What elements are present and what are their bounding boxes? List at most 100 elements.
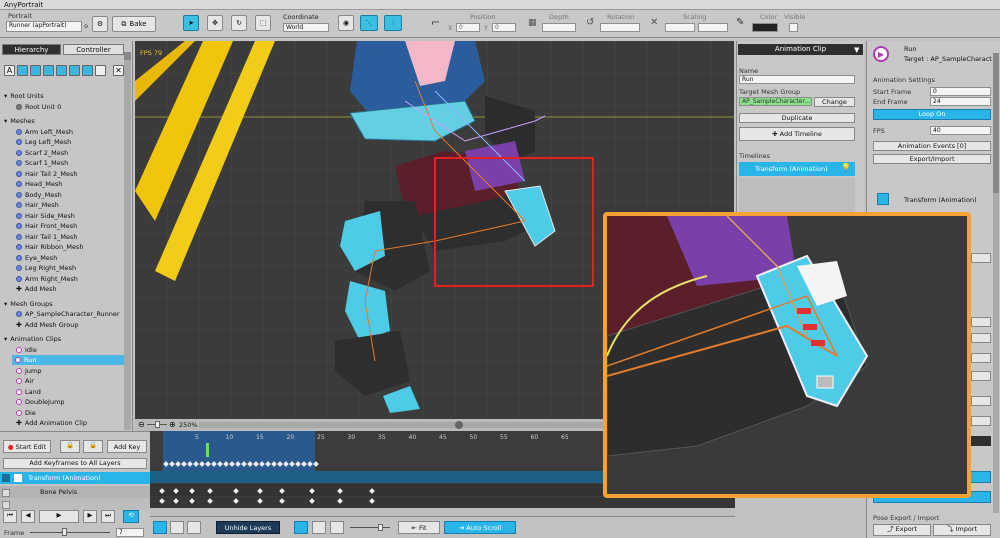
timeline-scrollbar[interactable] — [150, 508, 735, 516]
bone-toggle-icon[interactable] — [2, 489, 10, 497]
zoom-in-icon[interactable]: ⊕ — [169, 420, 176, 429]
prop-button-4[interactable] — [971, 353, 991, 363]
filter-bone-icon[interactable] — [95, 65, 106, 76]
loop-toggle-button[interactable]: ⟲ — [123, 510, 139, 523]
list-item[interactable]: Land — [16, 387, 41, 397]
filter-meshgroup-icon[interactable] — [43, 65, 54, 76]
section-header[interactable]: ▾ Meshes — [4, 116, 35, 126]
first-frame-button[interactable]: ⏮ — [3, 510, 17, 523]
position-x-field[interactable]: 0 — [456, 23, 480, 32]
list-item[interactable]: Hair Tail 2_Mesh — [16, 169, 77, 179]
scale-tool-button[interactable]: ⬚ — [255, 15, 271, 31]
layer-size-medium-button[interactable] — [312, 521, 326, 534]
mesh-visibility-button[interactable]: ⫶ — [384, 15, 402, 31]
add-item-button[interactable]: ✚ Add Animation Clip — [16, 418, 87, 428]
layer-toggle-icon[interactable] — [2, 474, 10, 482]
fps-field[interactable]: 40 — [930, 126, 991, 135]
list-item[interactable]: Scarf 1_Mesh — [16, 158, 68, 168]
depth-field[interactable] — [542, 23, 576, 32]
list-item[interactable]: AP_SampleCharacter_Runner — [16, 309, 120, 319]
fit-button[interactable]: ⇤ Fit — [398, 521, 440, 534]
animation-events-button[interactable]: Animation Events [0] — [873, 141, 991, 151]
rotate-tool-button[interactable]: ↻ — [231, 15, 247, 31]
tab-hierarchy[interactable]: Hierarchy — [2, 44, 61, 55]
target-mesh-group-field[interactable]: AP_SampleCharacter... — [739, 97, 812, 106]
list-item[interactable]: Root Unit 0 — [16, 102, 61, 112]
last-frame-button[interactable]: ⏭ — [101, 510, 115, 523]
list-item[interactable]: Die — [16, 408, 36, 418]
filter-image-icon[interactable] — [56, 65, 67, 76]
zoom-out-icon[interactable]: ⊖ — [138, 420, 145, 429]
list-item[interactable]: Head_Mesh — [16, 179, 62, 189]
prop-button-3[interactable] — [971, 333, 991, 343]
export-import-button[interactable]: Export/Import — [873, 154, 991, 164]
list-item[interactable]: Eye_Mesh — [16, 253, 57, 263]
playhead[interactable] — [206, 443, 209, 457]
frame-slider-handle[interactable] — [62, 528, 67, 536]
prop-button-2[interactable] — [971, 317, 991, 327]
end-frame-field[interactable]: 24 — [930, 97, 991, 106]
hierarchy-scrollbar[interactable] — [124, 52, 131, 430]
settings-button[interactable]: ⚙ — [92, 16, 108, 32]
list-item[interactable]: Leg Left_Mesh — [16, 137, 71, 147]
filter-mesh-icon[interactable] — [30, 65, 41, 76]
list-item[interactable]: Hair Tail 1_Mesh — [16, 232, 77, 242]
section-header[interactable]: ▾ Mesh Groups — [4, 299, 53, 309]
list-item[interactable]: Jump — [16, 366, 42, 376]
properties-scrollbar[interactable] — [993, 53, 999, 513]
timeline-zoom-slider[interactable] — [378, 524, 383, 531]
portrait-select[interactable]: Runner (apPortrait) — [6, 21, 82, 32]
zoom-slider-handle[interactable] — [155, 421, 160, 428]
add-keyframes-all-button[interactable]: Add Keyframes to All Layers — [3, 458, 147, 469]
dropdown-icon[interactable]: ▼ — [854, 46, 859, 54]
layer-row-transform[interactable]: Transform (Animation) — [0, 472, 150, 484]
import-button[interactable]: ⤵ Import — [933, 524, 991, 536]
list-item[interactable]: Air — [16, 376, 34, 386]
scaling-y-field[interactable] — [698, 23, 728, 32]
move-tool-button[interactable]: ✥ — [207, 15, 223, 31]
scaling-x-field[interactable] — [665, 23, 695, 32]
position-y-field[interactable]: 0 — [492, 23, 516, 32]
bulb-icon[interactable]: 💡 — [841, 163, 851, 172]
filter-param-icon[interactable] — [69, 65, 80, 76]
timeline-view-button-1[interactable] — [153, 521, 167, 534]
select-tool-button[interactable]: ➤ — [183, 15, 199, 31]
onion-skin-button[interactable]: ◉ — [338, 15, 354, 31]
filter-root-icon[interactable] — [17, 65, 28, 76]
add-item-button[interactable]: ✚ Add Mesh — [16, 284, 57, 294]
close-filter-icon[interactable]: ✕ — [113, 65, 124, 76]
key-lock-button[interactable]: 🔒 — [83, 440, 103, 453]
unhide-layers-button[interactable]: Unhide Layers — [216, 521, 280, 534]
tab-controller[interactable]: Controller — [63, 44, 124, 55]
list-item[interactable]: Arm Left_Mesh — [16, 127, 73, 137]
export-button[interactable]: ⤴ Export — [873, 524, 931, 536]
prop-button-7[interactable] — [971, 416, 991, 426]
list-item[interactable]: Hair Ribbon_Mesh — [16, 242, 83, 252]
color-swatch[interactable] — [752, 23, 778, 32]
loop-on-button[interactable]: Loop On — [873, 109, 991, 120]
change-button[interactable]: Change — [814, 97, 855, 107]
start-edit-button[interactable]: ● Start Edit — [3, 440, 51, 453]
bake-button[interactable]: ⧉ Bake — [112, 16, 156, 32]
section-header[interactable]: ▾ Animation Clips — [4, 334, 61, 344]
layer-row-bone[interactable]: Bone Pelvis — [0, 486, 150, 498]
coordinate-select[interactable]: World — [283, 23, 329, 32]
filter-all-icon[interactable]: A — [4, 65, 15, 76]
list-item[interactable]: Idle — [16, 345, 37, 355]
list-item[interactable]: DoubleJump — [16, 397, 65, 407]
layer-size-small-button[interactable] — [294, 521, 308, 534]
rotation-field[interactable] — [600, 23, 640, 32]
frame-field[interactable]: 7 — [116, 528, 144, 537]
list-item[interactable]: Arm Right_Mesh — [16, 274, 78, 284]
prop-button-5[interactable] — [971, 371, 991, 381]
next-frame-button[interactable]: ▶ — [83, 510, 97, 523]
list-item[interactable]: Hair Side_Mesh — [16, 211, 75, 221]
list-item[interactable]: Leg Right_Mesh — [16, 263, 76, 273]
auto-scroll-button[interactable]: ⇥ Auto Scroll — [444, 521, 516, 534]
list-item[interactable]: Body_Mesh — [16, 190, 62, 200]
duplicate-button[interactable]: Duplicate — [739, 113, 855, 123]
timeline-item[interactable]: Transform (Animation) — [739, 162, 855, 176]
play-button[interactable]: ▶ — [39, 510, 79, 523]
bone-visibility-button[interactable]: ⋱ — [360, 15, 378, 31]
timeline-view-button-2[interactable] — [170, 521, 184, 534]
